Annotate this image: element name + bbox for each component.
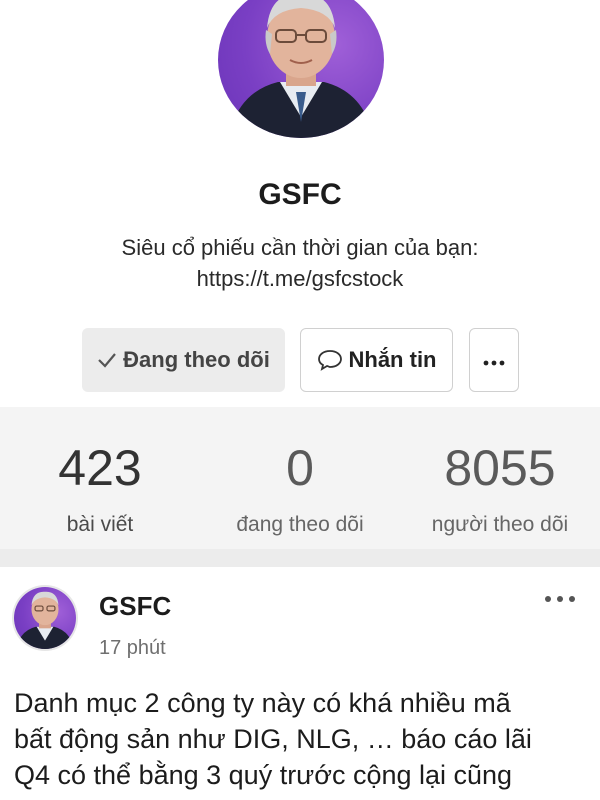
post-menu-button[interactable] — [540, 589, 580, 609]
person-photo-icon — [15, 591, 75, 649]
post-author-avatar[interactable] — [14, 587, 76, 649]
profile-stats: 423 bài viết 0 đang theo dõi 8055 người … — [0, 407, 600, 549]
person-photo-icon — [228, 0, 374, 138]
post-text-line: bất động sản như DIG, NLG, … báo cáo lãi — [14, 724, 532, 754]
checkmark-icon — [97, 351, 117, 369]
profile-bio: Siêu cổ phiếu cần thời gian của bạn: htt… — [0, 232, 600, 294]
profile-avatar[interactable] — [218, 0, 384, 138]
stat-label: đang theo dõi — [236, 513, 364, 536]
stat-value: 0 — [286, 440, 314, 496]
post-author-name[interactable]: GSFC — [99, 591, 171, 622]
message-button[interactable]: Nhắn tin — [300, 328, 453, 392]
more-horizontal-icon — [545, 596, 575, 602]
stat-followers[interactable]: 8055 người theo dõi — [415, 407, 585, 537]
message-label: Nhắn tin — [348, 347, 437, 372]
post-timestamp: 17 phút — [99, 637, 166, 659]
profile-header: GSFC Siêu cổ phiếu cần thời gian của bạn… — [0, 0, 600, 410]
stat-following[interactable]: 0 đang theo dõi — [215, 407, 385, 537]
more-horizontal-icon — [482, 347, 506, 373]
post-card: GSFC 17 phút Danh mục 2 công ty này có k… — [0, 567, 600, 800]
profile-name: GSFC — [258, 178, 342, 211]
more-options-button[interactable] — [469, 328, 519, 392]
following-label: Đang theo dõi — [123, 347, 270, 372]
post-body: Danh mục 2 công ty này có khá nhiều mã b… — [14, 685, 594, 793]
stat-value: 423 — [58, 440, 142, 496]
following-button[interactable]: Đang theo dõi — [82, 328, 285, 392]
post-text-line: Q4 có thể bằng 3 quý trước cộng lại cũng — [14, 760, 513, 790]
stat-label: người theo dõi — [431, 513, 569, 536]
bio-link[interactable]: https://t.me/gsfcstock — [0, 263, 600, 294]
stat-value: 8055 — [444, 440, 556, 496]
section-divider — [0, 549, 600, 567]
stat-label: bài viết — [66, 513, 134, 536]
stat-posts[interactable]: 423 bài viết — [40, 407, 160, 537]
bio-text: Siêu cổ phiếu cần thời gian của bạn: — [121, 235, 479, 260]
chat-bubble-icon — [317, 349, 343, 371]
post-text-line: Danh mục 2 công ty này có khá nhiều mã — [14, 688, 511, 718]
